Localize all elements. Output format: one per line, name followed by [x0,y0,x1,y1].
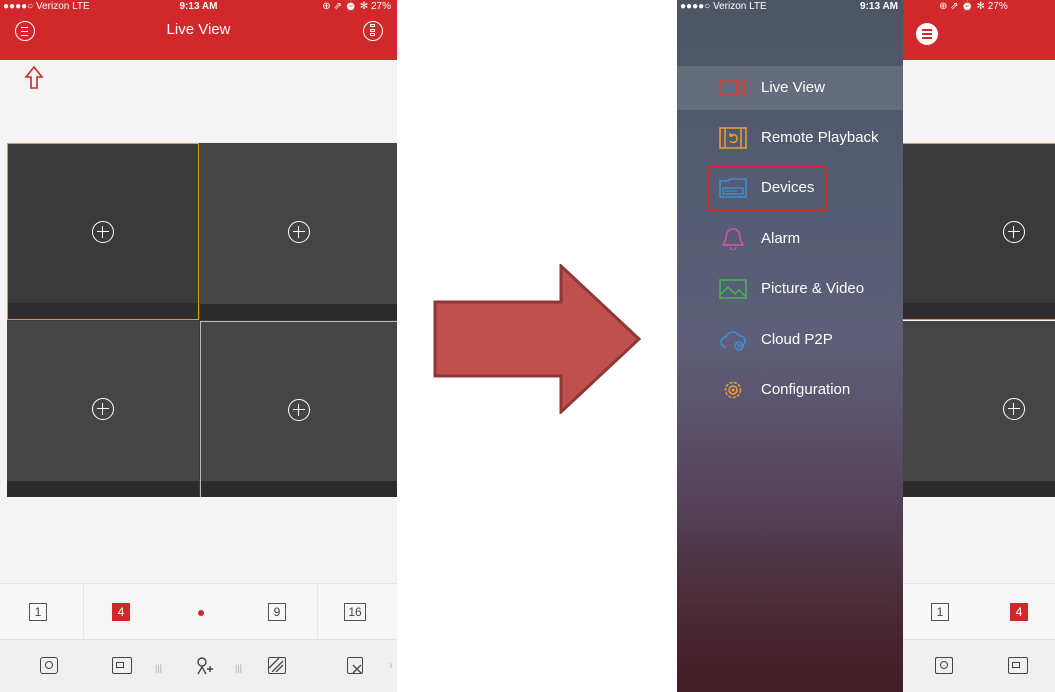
device-list-icon[interactable] [363,21,383,41]
camera-grid [7,143,397,497]
live-view-screen: ●●●●○ Verizon LTE 9:13 AM ⊕ ⇗ ⏰ ✻ 27% Li… [0,0,397,692]
menu-item-alarm[interactable]: Alarm [677,217,903,261]
menu-label: Remote Playback [761,129,879,146]
live-view-behind-drawer: ⊕ ⇗ ⏰ ✻ 27% 1 4 [903,0,1055,692]
status-time: 9:13 AM [860,1,898,12]
chevron-right-icon[interactable]: › [389,658,393,672]
ptz-icon[interactable] [195,657,213,675]
add-camera-icon[interactable] [287,220,310,243]
page-title: Live View [166,21,231,38]
toolbar [903,639,1055,692]
up-arrow-annotation-icon [24,66,44,89]
camera-pane-3[interactable] [7,321,199,497]
layout-selector: 1 4 9 16 [0,583,397,640]
menu-item-picture-video[interactable]: Picture & Video [677,267,903,311]
gear-icon [724,381,742,399]
nav-bar: Live View [0,14,397,60]
film-playback-icon [719,127,747,149]
camera-pane-1[interactable] [7,143,199,320]
layout-4-button[interactable]: 4 [112,603,130,621]
transition-arrow-icon [433,264,642,414]
carrier-label: ●●●●○ Verizon LTE [680,1,767,12]
menu-item-cloud-p2p[interactable]: Cloud P2P [677,318,903,362]
record-icon[interactable] [112,657,132,674]
status-icons: ⊕ ⇗ ⏰ ✻ 27% [903,0,1055,14]
menu-icon[interactable] [916,23,938,45]
add-camera-icon[interactable] [92,398,114,420]
camera-pane-3[interactable] [903,321,1055,497]
record-icon[interactable] [1008,657,1028,674]
camera-pane-1[interactable] [903,143,1055,320]
menu-label: Configuration [761,381,851,398]
add-camera-icon[interactable] [1003,220,1025,243]
toolbar: ||| ||| › [0,639,397,692]
menu-label: Picture & Video [761,280,865,297]
layout-9-button[interactable]: 9 [268,603,286,621]
layout-4-button[interactable]: 4 [1010,603,1028,621]
layout-selector: 1 4 [903,583,1055,639]
menu-item-configuration[interactable]: Configuration [677,368,903,412]
menu-item-remote-playback[interactable]: Remote Playback [677,116,903,160]
add-camera-icon[interactable] [1003,398,1025,420]
add-camera-icon[interactable] [288,398,310,421]
camera-icon [719,79,746,97]
layout-1-button[interactable]: 1 [29,603,47,621]
capture-icon[interactable] [40,657,58,674]
capture-icon[interactable] [935,657,953,674]
devices-highlight-annotation [707,166,827,211]
page-indicator [198,610,204,616]
add-camera-icon[interactable] [92,220,114,243]
menu-label: Alarm [761,230,801,247]
side-menu-drawer: ●●●●○ Verizon LTE 9:13 AM Live View Remo… [677,0,903,692]
camera-pane-4[interactable] [200,321,397,497]
layout-16-button[interactable]: 16 [344,603,366,621]
camera-pane-2[interactable] [200,143,397,320]
menu-label: Live View [761,79,825,96]
picture-icon [719,279,747,299]
menu-open-screen: ●●●●○ Verizon LTE 9:13 AM Live View Remo… [677,0,1055,692]
stop-all-icon[interactable] [347,657,363,674]
image-quality-icon[interactable] [268,657,286,674]
layout-1-button[interactable]: 1 [931,603,949,621]
menu-item-live-view[interactable]: Live View [677,66,903,110]
menu-label: Cloud P2P [761,331,833,348]
cloud-icon [720,331,746,351]
bell-icon [721,228,745,250]
